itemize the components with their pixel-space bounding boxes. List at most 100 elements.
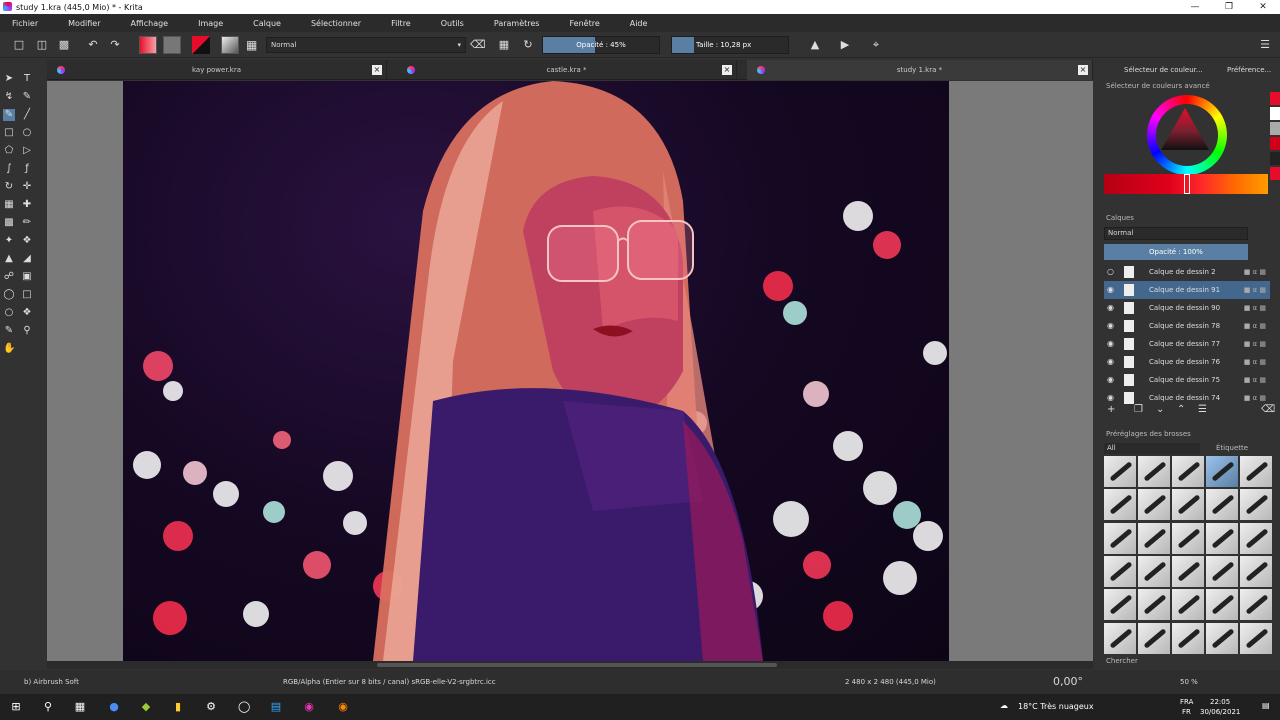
tab-castle[interactable]: castle.kra * × bbox=[397, 60, 737, 80]
layer-row[interactable]: ◉ Calque de dessin 75 ■ α ▦ bbox=[1104, 371, 1270, 389]
brush-preset-icon[interactable] bbox=[1172, 456, 1204, 487]
layer-lock-icon[interactable]: ■ α ▦ bbox=[1244, 267, 1266, 277]
move-down-icon[interactable]: ⌄ bbox=[1156, 404, 1164, 415]
rotation-value[interactable]: 0,00° bbox=[1053, 675, 1083, 688]
recent-color-swatch[interactable] bbox=[1270, 137, 1280, 150]
redo-icon[interactable]: ↷ bbox=[108, 38, 122, 52]
bezier-tool-icon[interactable]: ∫ bbox=[3, 163, 15, 175]
brush-preset-icon[interactable] bbox=[1240, 555, 1272, 587]
language-indicator-2[interactable]: FR bbox=[1182, 708, 1191, 716]
menu-outils[interactable]: Outils bbox=[441, 19, 464, 28]
scrollbar-thumb[interactable] bbox=[377, 663, 777, 667]
clock-time[interactable]: 22:05 bbox=[1210, 698, 1230, 706]
canvas-area[interactable] bbox=[47, 81, 1093, 661]
menu-aide[interactable]: Aide bbox=[630, 19, 648, 28]
fill-tool-icon[interactable]: ▲ bbox=[3, 253, 15, 265]
smart-patch-tool-icon[interactable]: ❖ bbox=[21, 235, 33, 247]
menu-parametres[interactable]: Paramètres bbox=[494, 19, 540, 28]
close-icon[interactable]: × bbox=[722, 65, 732, 75]
workspace-grid-icon[interactable]: ▦ bbox=[246, 36, 264, 54]
mirror-vertical-icon[interactable]: ▶ bbox=[838, 38, 852, 52]
brush-preset-icon[interactable] bbox=[1206, 622, 1238, 654]
visibility-eye-icon[interactable]: ◉ bbox=[1107, 321, 1114, 331]
visibility-eye-icon[interactable]: ◉ bbox=[1107, 303, 1114, 313]
freehand-brush-tool-icon[interactable]: ✎ bbox=[3, 109, 15, 121]
brush-preset-icon[interactable] bbox=[1138, 555, 1170, 587]
brush-preset-icon[interactable] bbox=[1138, 456, 1170, 487]
brush-preset-icon[interactable] bbox=[1138, 489, 1170, 521]
recent-color-swatch[interactable] bbox=[1270, 152, 1280, 165]
menu-selectionner[interactable]: Sélectionner bbox=[311, 19, 361, 28]
search-icon[interactable]: ⚲ bbox=[42, 701, 54, 713]
open-document-icon[interactable]: ◫ bbox=[35, 38, 49, 52]
menu-fichier[interactable]: Fichier bbox=[12, 19, 38, 28]
visibility-eye-icon[interactable]: ◉ bbox=[1107, 285, 1114, 295]
brush-preset-icon[interactable] bbox=[1240, 456, 1272, 487]
tab-preferences[interactable]: Préférence... bbox=[1227, 62, 1271, 78]
menu-calque[interactable]: Calque bbox=[253, 19, 281, 28]
tab-kay-power[interactable]: kay power.kra × bbox=[47, 60, 387, 80]
brush-preset-icon[interactable] bbox=[1240, 589, 1272, 621]
artwork-canvas[interactable] bbox=[123, 81, 949, 661]
clock-date[interactable]: 30/06/2021 bbox=[1200, 708, 1240, 716]
visibility-eye-icon[interactable]: ◉ bbox=[1107, 357, 1114, 367]
brush-search-field[interactable]: Chercher bbox=[1106, 657, 1138, 665]
layer-opacity-slider[interactable]: Opacité : 100% bbox=[1104, 244, 1248, 260]
polygon-tool-icon[interactable]: ⬠ bbox=[3, 145, 15, 157]
crop-tool-icon[interactable]: ▩ bbox=[3, 217, 15, 229]
layer-lock-icon[interactable]: ■ α ▦ bbox=[1244, 339, 1266, 349]
language-indicator[interactable]: FRA bbox=[1180, 698, 1193, 706]
toolbar-menu-icon[interactable]: ☰ bbox=[1258, 38, 1272, 52]
size-slider[interactable]: Taille : 10,28 px bbox=[671, 36, 789, 54]
layer-blend-dropdown[interactable]: Normal bbox=[1104, 227, 1248, 240]
brush-filter-dropdown[interactable]: All bbox=[1104, 443, 1200, 454]
line-tool-icon[interactable]: ╱ bbox=[21, 109, 33, 121]
brush-preset-icon[interactable] bbox=[1104, 489, 1136, 521]
brush-preset-icon[interactable] bbox=[1104, 555, 1136, 587]
layer-lock-icon[interactable]: ■ α ▦ bbox=[1244, 375, 1266, 385]
brush-preset-icon[interactable] bbox=[1172, 489, 1204, 521]
brush-preset-icon[interactable] bbox=[1240, 622, 1272, 654]
horizontal-scrollbar[interactable] bbox=[47, 661, 1093, 669]
brush-preset-icon[interactable] bbox=[1206, 456, 1238, 487]
document-icon[interactable]: ▤ bbox=[270, 701, 282, 713]
brush-preset-icon[interactable] bbox=[1172, 522, 1204, 554]
brush-preset-icon[interactable] bbox=[1240, 522, 1272, 554]
color-shade-bar[interactable] bbox=[1104, 174, 1268, 194]
task-view-icon[interactable]: ▦ bbox=[74, 701, 86, 713]
fg-bg-color-swatch[interactable] bbox=[192, 36, 210, 54]
brush-preset-icon[interactable] bbox=[1206, 489, 1238, 521]
reload-preset-icon[interactable]: ↻ bbox=[521, 38, 535, 52]
obs-icon[interactable]: ◯ bbox=[238, 701, 250, 713]
move-up-icon[interactable]: ⌃ bbox=[1177, 404, 1185, 415]
mirror-horizontal-icon[interactable]: ▲ bbox=[808, 38, 822, 52]
polyline-tool-icon[interactable]: ▷ bbox=[21, 145, 33, 157]
add-layer-icon[interactable]: + bbox=[1107, 404, 1115, 415]
layer-lock-icon[interactable]: ■ α ▦ bbox=[1244, 285, 1266, 295]
menu-affichage[interactable]: Affichage bbox=[131, 19, 169, 28]
brush-preset-icon[interactable] bbox=[1104, 622, 1136, 654]
move-tool-icon[interactable]: ✚ bbox=[21, 199, 33, 211]
multibrush-tool-icon[interactable]: ✛ bbox=[21, 181, 33, 193]
blend-mode-dropdown[interactable]: Normal ▾ bbox=[266, 37, 466, 53]
calligraphy-tool-icon[interactable]: ✎ bbox=[21, 91, 33, 103]
menu-modifier[interactable]: Modifier bbox=[68, 19, 100, 28]
tab-color-selector[interactable]: Sélecteur de couleur... bbox=[1124, 62, 1203, 78]
notification-icon[interactable]: ▤ bbox=[1262, 701, 1270, 710]
measure-tool-icon[interactable]: ☍ bbox=[3, 271, 15, 283]
select-shapes-tool-icon[interactable]: ➤ bbox=[3, 73, 15, 85]
visibility-eye-icon[interactable]: ○ bbox=[1107, 267, 1114, 277]
color-sampler-tool-icon[interactable]: ✦ bbox=[3, 235, 15, 247]
close-window-button[interactable]: ✕ bbox=[1246, 0, 1280, 14]
layer-lock-icon[interactable]: ■ α ▦ bbox=[1244, 321, 1266, 331]
transform-tool-icon[interactable]: ▦ bbox=[3, 199, 15, 211]
gradient-tool-icon[interactable]: ✏ bbox=[21, 217, 33, 229]
recent-color-swatch[interactable] bbox=[1270, 107, 1280, 120]
brush-preset-icon[interactable] bbox=[1240, 489, 1272, 521]
color-wheel[interactable] bbox=[1147, 95, 1227, 175]
ellipse-tool-icon[interactable]: ○ bbox=[21, 127, 33, 139]
save-icon[interactable]: ▩ bbox=[57, 38, 71, 52]
opacity-slider[interactable]: Opacité : 45% bbox=[542, 36, 660, 54]
zoom-tool-icon[interactable]: ⚲ bbox=[21, 325, 33, 337]
file-explorer-icon[interactable]: ▮ bbox=[172, 701, 184, 713]
